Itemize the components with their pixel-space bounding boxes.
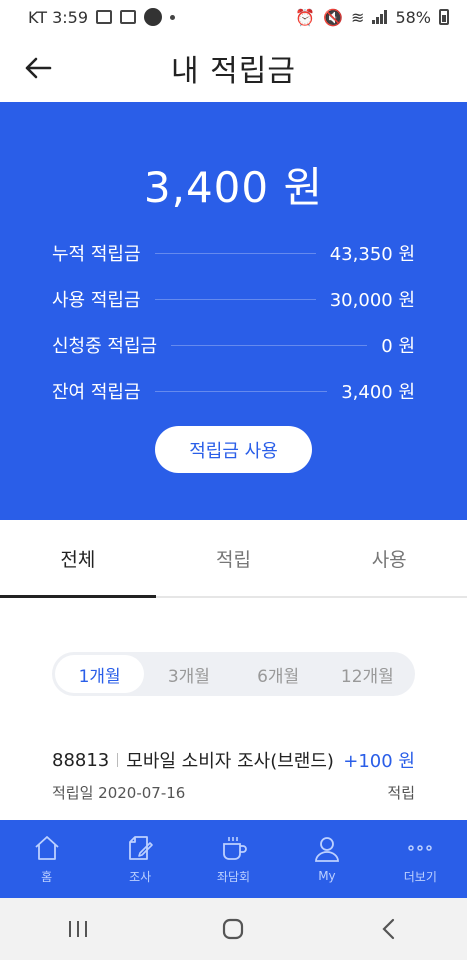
summary-row-remaining: 잔여 적립금 3,400 원 [52, 368, 415, 414]
recent-apps-button[interactable] [58, 909, 98, 949]
nav-label: My [318, 869, 336, 883]
summary-row-label: 신청중 적립금 [52, 336, 158, 357]
history-item-top: 88813 모바일 소비자 조사(브랜드) +100 원 [52, 742, 415, 778]
battery-icon [439, 9, 449, 25]
nav-home[interactable]: 홈 [0, 820, 93, 898]
app-header: 내 적립금 [0, 34, 467, 102]
period-1-month[interactable]: 1개월 [55, 655, 145, 693]
back-arrow-icon [25, 57, 52, 79]
survey-icon [129, 835, 153, 860]
nav-more[interactable]: 더보기 [374, 820, 467, 898]
alarm-icon: ⏰ [295, 7, 316, 27]
summary-rows: 누적 적립금 43,350 원 사용 적립금 30,000 원 신청중 적립금 … [52, 230, 415, 414]
summary-row-accumulated: 누적 적립금 43,350 원 [52, 230, 415, 276]
chevron-left-icon [382, 918, 395, 940]
summary-row-label: 잔여 적립금 [52, 382, 141, 403]
status-bar: KT 3:59 ⏰ 🔇 ≋ 58% [0, 0, 467, 34]
summary-row-value: 30,000 원 [329, 290, 415, 311]
signal-icon [372, 10, 388, 24]
divider-line [171, 344, 368, 346]
home-system-button[interactable] [213, 909, 253, 949]
status-right: ⏰ 🔇 ≋ 58% [295, 8, 449, 27]
history-list-item[interactable]: 88813 모바일 소비자 조사(브랜드) +100 원 적립일 2020-07… [52, 742, 415, 803]
back-button[interactable] [18, 48, 58, 88]
nav-discussion[interactable]: 좌담회 [187, 820, 280, 898]
more-icon [408, 844, 433, 851]
summary-row-value: 3,400 원 [341, 382, 415, 403]
divider-line [154, 252, 316, 254]
current-balance: 3,400 원 [143, 163, 324, 212]
mute-icon: 🔇 [323, 7, 344, 27]
battery-percent: 58% [395, 7, 431, 27]
period-6-months[interactable]: 6개월 [234, 655, 323, 693]
period-12-months[interactable]: 12개월 [323, 655, 412, 693]
summary-row-used: 사용 적립금 30,000 원 [52, 276, 415, 322]
system-back-button[interactable] [369, 909, 409, 949]
nav-label: 홈 [41, 869, 53, 884]
nav-my[interactable]: My [280, 820, 373, 898]
summary-row-pending: 신청중 적립금 0 원 [52, 322, 415, 368]
summary-row-label: 누적 적립금 [52, 244, 141, 265]
filter-tabs: 전체 적립 사용 [0, 520, 467, 598]
tab-used[interactable]: 사용 [311, 520, 467, 596]
app-badge-icon [144, 8, 163, 26]
notification-dot-icon [170, 14, 176, 20]
cup-icon [222, 836, 247, 860]
divider-line [154, 298, 316, 300]
home-icon [35, 835, 59, 860]
nav-label: 조사 [129, 869, 152, 884]
survey-title: 모바일 소비자 조사(브랜드) [126, 751, 334, 772]
nav-survey[interactable]: 조사 [93, 820, 186, 898]
status-left: KT 3:59 [28, 7, 176, 27]
summary-row-label: 사용 적립금 [52, 290, 141, 311]
user-icon [315, 837, 339, 862]
system-navigation-bar [0, 898, 467, 960]
wifi-icon: ≋ [351, 7, 365, 27]
page-title: 내 적립금 [171, 54, 296, 89]
summary-row-value: 43,350 원 [329, 244, 415, 265]
summary-row-value: 0 원 [381, 336, 415, 357]
points-summary: 3,400 원 누적 적립금 43,350 원 사용 적립금 30,000 원 … [0, 102, 467, 520]
period-3-months[interactable]: 3개월 [144, 655, 233, 693]
bottom-navigation: 홈 조사 좌담회 My 더보기 [0, 820, 467, 898]
history-item-bottom: 적립일 2020-07-16 적립 [52, 782, 415, 803]
chart-search-icon [120, 10, 137, 24]
use-points-button[interactable]: 적립금 사용 [155, 426, 312, 473]
home-square-icon [223, 918, 244, 940]
nav-label: 더보기 [403, 869, 437, 884]
carrier-time: KT 3:59 [28, 7, 89, 27]
divider-line [154, 390, 328, 392]
recent-apps-icon [68, 921, 87, 937]
earned-date: 적립일 2020-07-16 [52, 784, 186, 802]
points-amount: +100 원 [343, 751, 415, 772]
period-selector: 1개월 3개월 6개월 12개월 [52, 652, 415, 696]
tab-all[interactable]: 전체 [0, 520, 156, 598]
image-icon [96, 10, 113, 24]
transaction-type: 적립 [387, 784, 415, 802]
nav-label: 좌담회 [216, 869, 251, 884]
survey-code: 88813 [52, 749, 110, 771]
tab-earned[interactable]: 적립 [156, 520, 312, 596]
separator [117, 753, 119, 767]
